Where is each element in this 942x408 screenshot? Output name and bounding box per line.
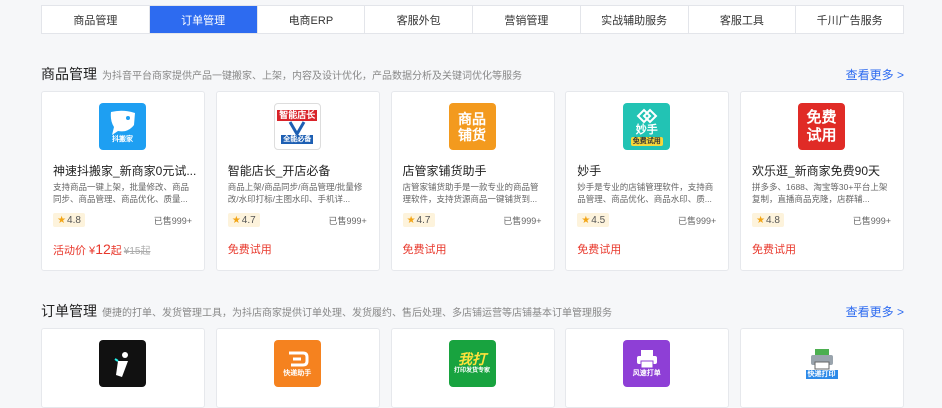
sold-count: 已售999+ [677, 216, 717, 226]
product-card[interactable]: 抖搬家 神速抖搬家_新商家0元试... 支持商品一键上架，批量修改、商品同步、商… [41, 91, 205, 271]
tab-qianchuan-ads[interactable]: 千川广告服务 [796, 6, 903, 33]
order-card-list: 快递助手 我打 打印发货专家 风速打单 快递打印 [41, 328, 904, 408]
product-description: 妙手是专业的店铺管理软件，支持商品管理、商品优化、商品水印、质... [577, 182, 714, 204]
shop-manager-icon: 智能店长 全能必备 [273, 103, 321, 150]
tab-order-management[interactable]: 订单管理 [149, 6, 258, 33]
section-header: 商品管理 为抖音平台商家提供产品一键搬家、上架，内容及设计优化，产品数据分析及关… [41, 64, 904, 84]
product-card[interactable]: 商品 铺货 店管家铺货助手 店管家铺货助手是一款专业的商品管理软件，支持货源商品… [390, 91, 555, 271]
category-tabs: 商品管理 订单管理 电商ERP 客服外包 营销管理 实战辅助服务 客服工具 千川… [41, 5, 904, 34]
tab-practical-assist[interactable]: 实战辅助服务 [581, 6, 689, 33]
wo-da-icon: 我打 打印发货专家 [448, 340, 496, 387]
product-description: 支持商品一键上架，批量修改、商品同步、商品管理、商品优化、质量... [53, 182, 190, 204]
price-label: 免费试用 [227, 244, 272, 256]
star-icon: ★ [231, 214, 241, 226]
see-more-link[interactable]: 查看更多 > [846, 303, 904, 320]
star-icon: ★ [57, 214, 67, 226]
rating-badge: ★ 4.8 [752, 213, 784, 227]
product-name: 欢乐逛_新商家免费90天 [752, 164, 881, 178]
tab-customer-service-outsourcing[interactable]: 客服外包 [365, 6, 473, 33]
express-helper-icon: 快递助手 [273, 340, 321, 387]
product-name: 妙手 [577, 164, 602, 178]
product-description: 商品上架/商品同步/商品管理/批量修改/水印打标/主图水印、手机详... [227, 182, 363, 204]
product-card[interactable]: 妙手 免费试用 妙手 妙手是专业的店铺管理软件，支持商品管理、商品优化、商品水印… [565, 91, 730, 271]
rating-badge: ★ 4.5 [577, 213, 610, 227]
product-name: 神速抖搬家_新商家0元试... [53, 164, 197, 178]
tab-ecommerce-erp[interactable]: 电商ERP [258, 6, 366, 33]
star-icon: ★ [756, 214, 766, 226]
product-card[interactable]: 快递打印 [740, 328, 904, 408]
product-card[interactable] [41, 328, 205, 408]
sold-count: 已售999+ [503, 216, 542, 226]
section-description: 为抖音平台商家提供产品一键搬家、上架，内容及设计优化，产品数据分析及关键词优化等… [102, 71, 522, 82]
bird-icon: 抖搬家 [99, 103, 146, 150]
goods-icon: 商品 铺货 [448, 103, 496, 150]
star-icon: ★ [581, 214, 591, 226]
printer-icon: 风速打单 [623, 340, 671, 387]
tab-customer-service-tools[interactable]: 客服工具 [689, 6, 797, 33]
product-description: 店管家铺货助手是一款专业的商品管理软件，支持货源商品一键铺货到... [402, 182, 539, 204]
product-card[interactable]: 免费 试用 欢乐逛_新商家免费90天 拼多多、1688、淘宝等30+平台上架复制… [740, 91, 904, 271]
tiktok-order-icon [99, 340, 146, 387]
product-card[interactable]: 风速打单 [565, 328, 730, 408]
product-card[interactable]: 快递助手 [215, 328, 380, 408]
free-trial-icon: 免费 试用 [798, 103, 845, 150]
rating-badge: ★ 4.7 [402, 213, 435, 227]
section-title: 商品管理 [41, 66, 97, 82]
price-label: 免费试用 [752, 244, 796, 256]
see-more-link[interactable]: 查看更多 > [846, 66, 904, 83]
sold-count: 已售999+ [153, 216, 192, 226]
section-title: 订单管理 [41, 303, 97, 319]
product-name: 店管家铺货助手 [402, 164, 487, 178]
product-card[interactable]: 智能店长 全能必备 智能店长_开店必备 商品上架/商品同步/商品管理/批量修改/… [215, 91, 380, 271]
sold-count: 已售999+ [328, 216, 367, 226]
tab-marketing-management[interactable]: 营销管理 [473, 6, 581, 33]
express-print-icon: 快递打印 [798, 340, 845, 387]
product-card[interactable]: 我打 打印发货专家 [390, 328, 555, 408]
section-description: 便捷的打单、发货管理工具，为抖店商家提供订单处理、发货履约、售后处理、多店铺运营… [102, 308, 612, 319]
price-label: 免费试用 [402, 244, 447, 256]
sold-count: 已售999+ [852, 216, 891, 226]
star-icon: ★ [406, 214, 416, 226]
miaoshou-icon: 妙手 免费试用 [623, 103, 671, 150]
product-description: 拼多多、1688、淘宝等30+平台上架复制，直播商品克隆，店群辅... [752, 182, 888, 204]
product-name: 智能店长_开店必备 [227, 164, 331, 178]
section-header: 订单管理 便捷的打单、发货管理工具，为抖店商家提供订单处理、发货履约、售后处理、… [41, 301, 904, 321]
rating-badge: ★ 4.8 [53, 213, 85, 227]
product-card-list: 抖搬家 神速抖搬家_新商家0元试... 支持商品一键上架，批量修改、商品同步、商… [41, 91, 904, 271]
price-label: 免费试用 [577, 244, 622, 256]
tab-product-management[interactable]: 商品管理 [42, 6, 150, 33]
price-label: 活动价 ¥12起 ¥15起 [53, 241, 151, 257]
rating-badge: ★ 4.7 [227, 213, 260, 227]
